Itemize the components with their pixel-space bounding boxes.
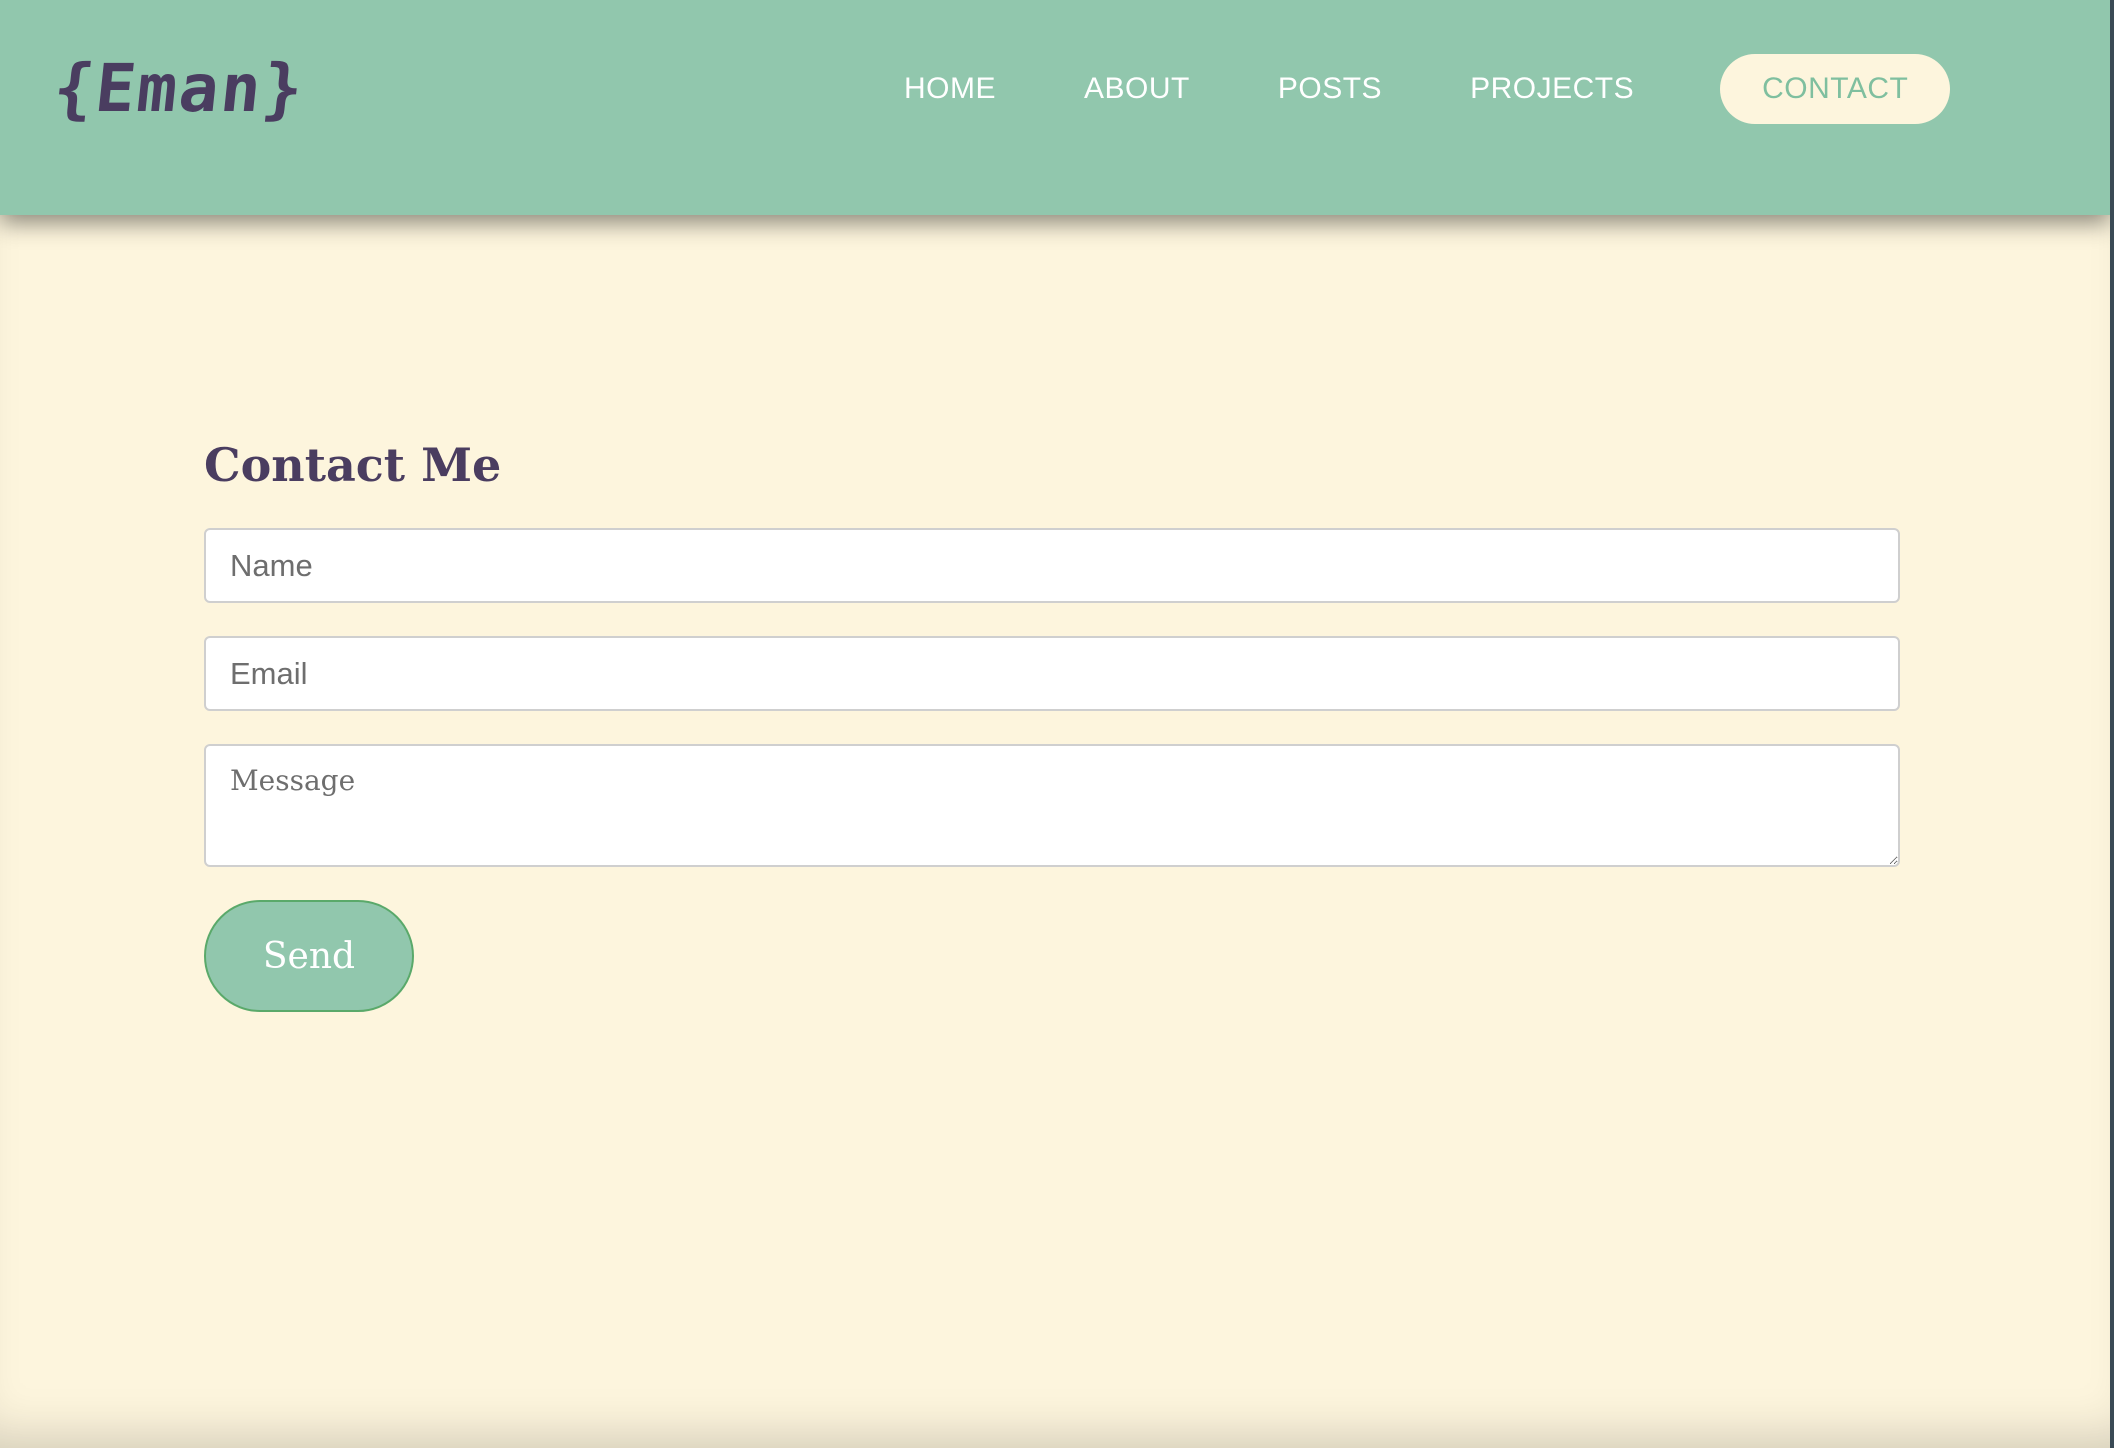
email-field[interactable]: [204, 636, 1900, 711]
message-field[interactable]: [204, 744, 1900, 867]
nav-item-posts[interactable]: POSTS: [1234, 54, 1426, 124]
nav-item-home[interactable]: HOME: [860, 54, 1040, 124]
page: {Eman} HOME ABOUT POSTS PROJECTS CONTACT…: [0, 0, 2110, 1448]
page-title: Contact Me: [204, 438, 502, 492]
send-button[interactable]: Send: [204, 900, 414, 1012]
name-field[interactable]: [204, 528, 1900, 603]
navbar: {Eman} HOME ABOUT POSTS PROJECTS CONTACT: [0, 0, 2110, 215]
contact-section: Contact Me Send: [204, 430, 1900, 1012]
nav-item-about[interactable]: ABOUT: [1040, 54, 1234, 124]
site-logo[interactable]: {Eman}: [50, 50, 309, 127]
contact-form: Send: [204, 528, 1900, 1012]
nav-item-contact[interactable]: CONTACT: [1720, 54, 1951, 124]
window-edge: [2110, 0, 2114, 1448]
nav-links: HOME ABOUT POSTS PROJECTS CONTACT: [860, 54, 1951, 124]
nav-item-projects[interactable]: PROJECTS: [1426, 54, 1678, 124]
